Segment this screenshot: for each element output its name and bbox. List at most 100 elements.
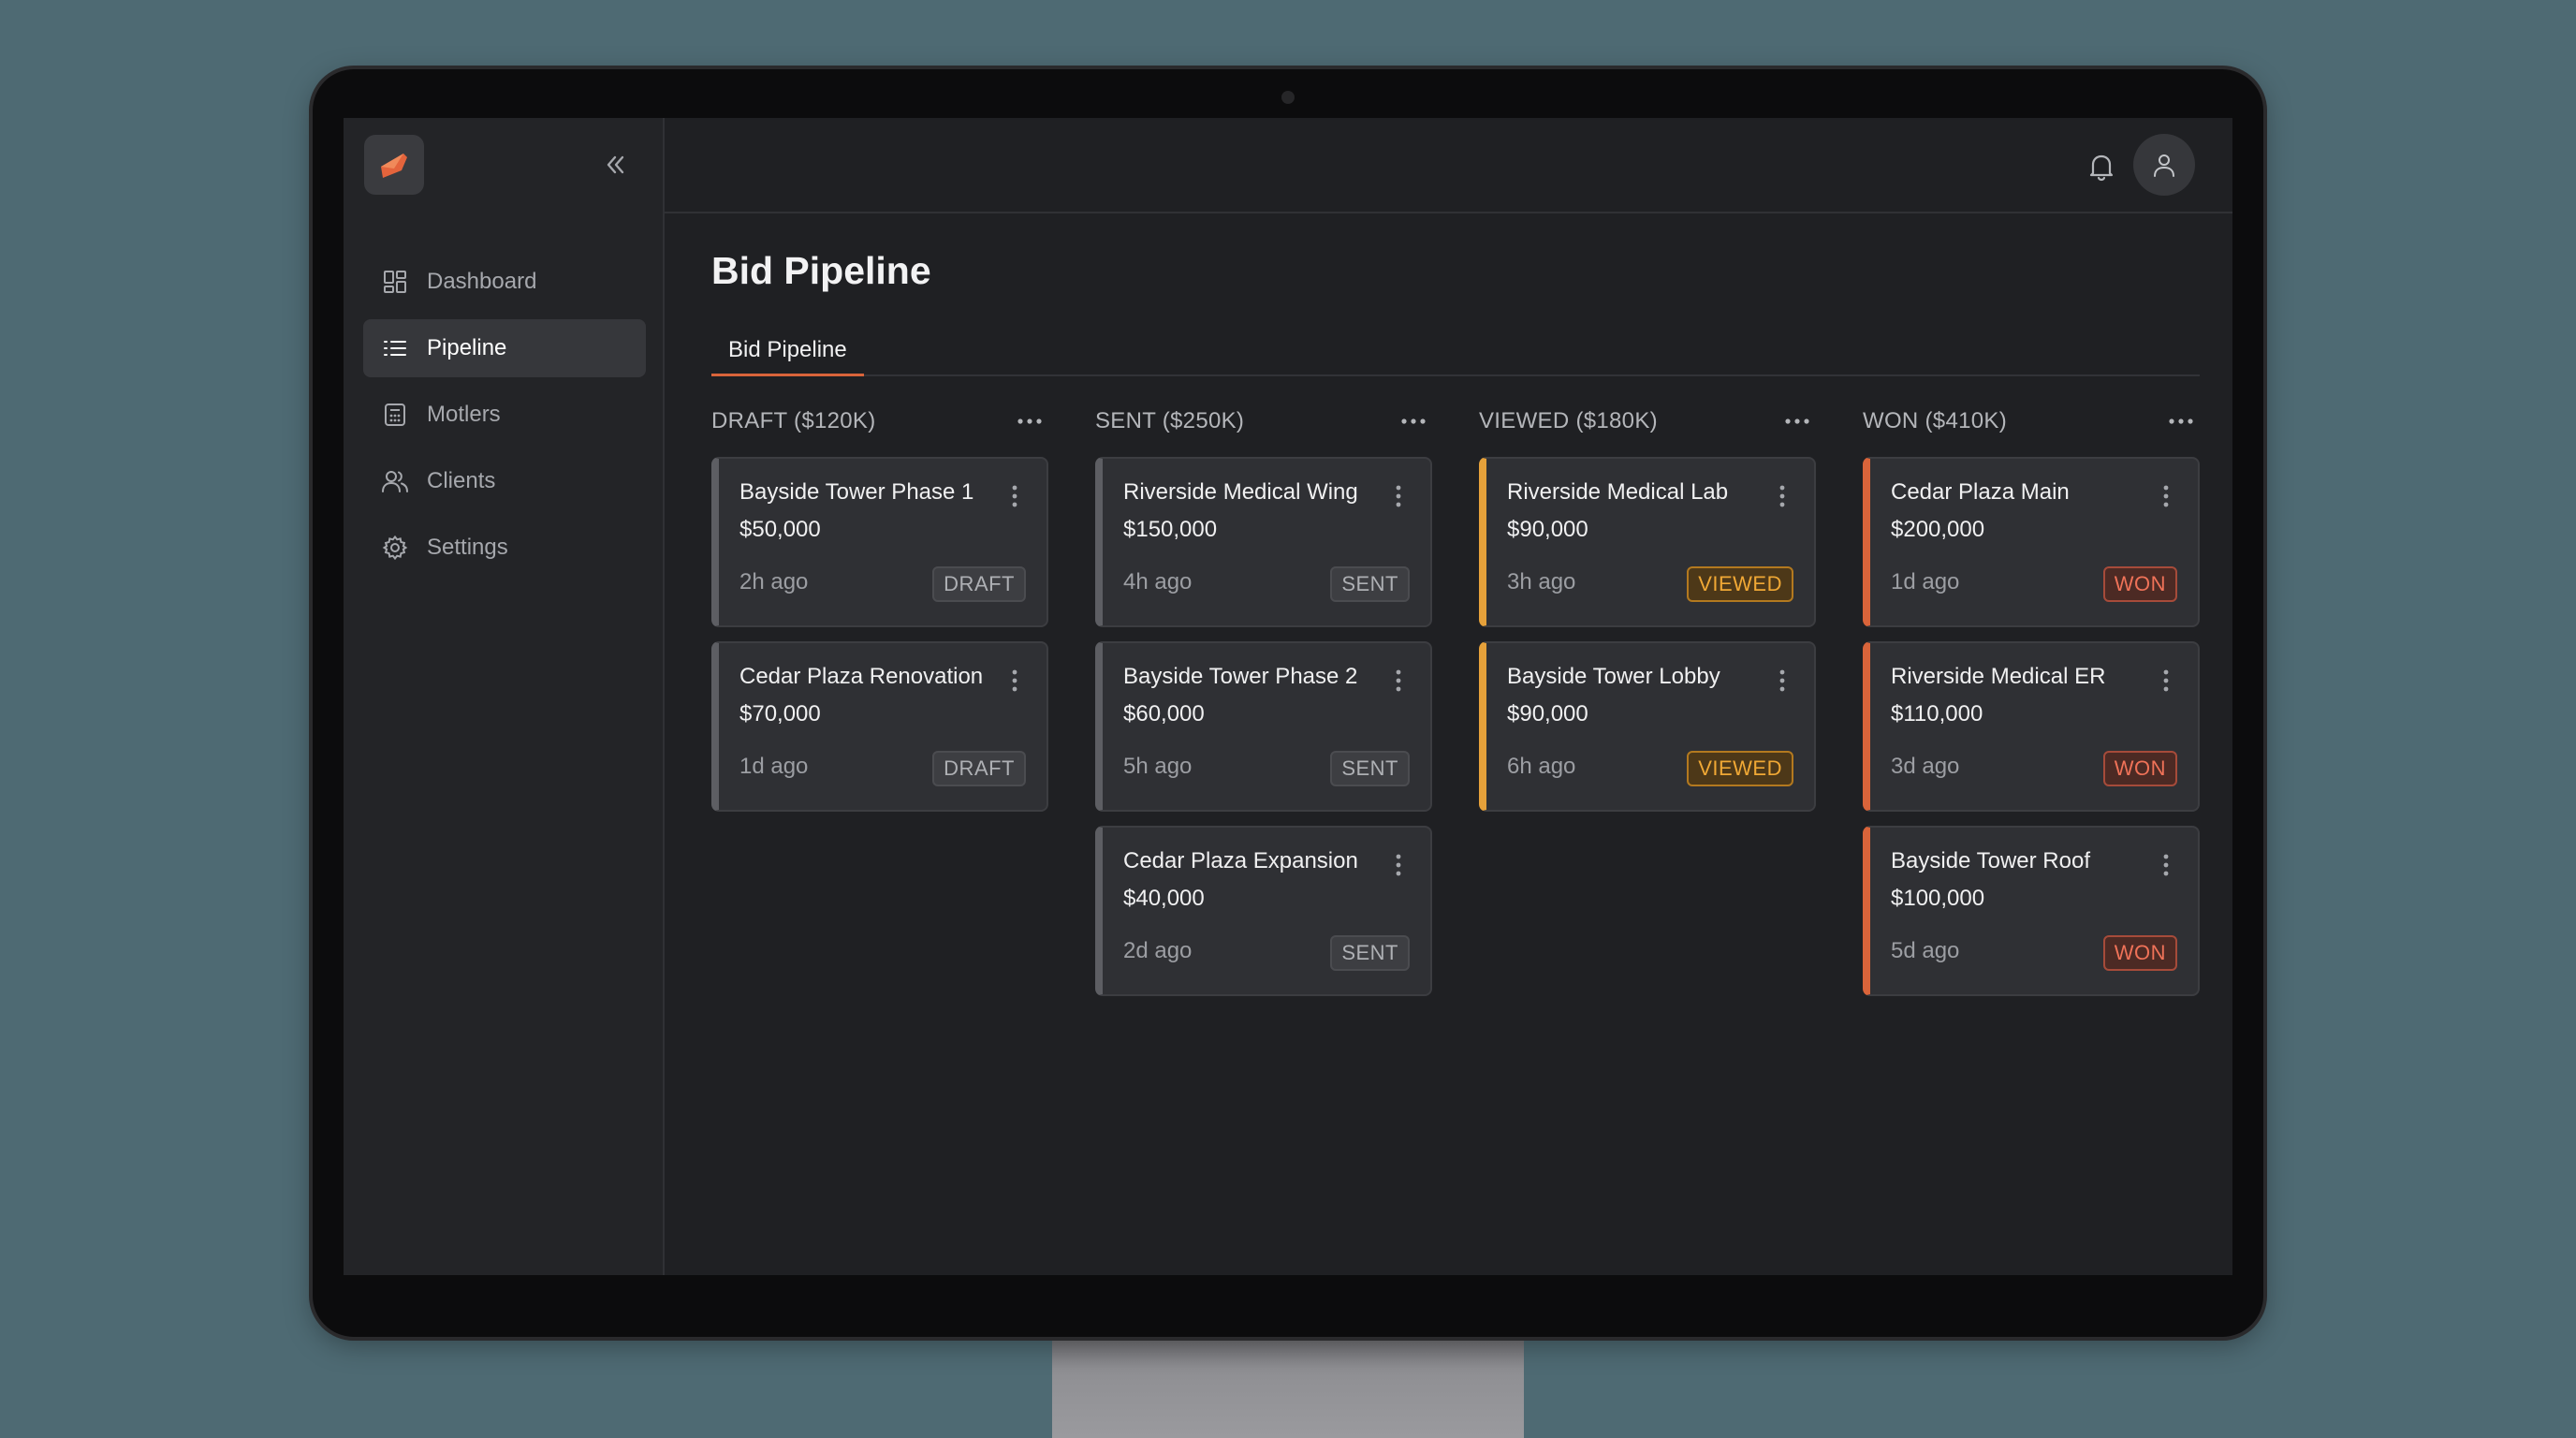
tab-bar: Bid Pipeline	[711, 328, 2200, 376]
bid-time: 1d ago	[739, 754, 809, 779]
sidebar-item-clients[interactable]: Clients	[363, 452, 646, 510]
sidebar-nav: Dashboard Pipeline Motlers Clients Setti…	[363, 253, 646, 585]
more-horizontal-icon	[1017, 418, 1042, 424]
card-menu-button[interactable]	[1003, 481, 1026, 511]
bid-card[interactable]: Cedar Plaza Main $200,000 1d ago WON	[1863, 457, 2200, 627]
column-more-button[interactable]	[2162, 407, 2200, 435]
card-menu-button[interactable]	[1387, 850, 1410, 880]
card-menu-button[interactable]	[2155, 666, 2177, 696]
more-vertical-icon	[2163, 854, 2169, 876]
card-menu-button[interactable]	[1387, 481, 1410, 511]
column-more-button[interactable]	[1778, 407, 1816, 435]
status-badge: SENT	[1330, 566, 1410, 602]
more-vertical-icon	[1012, 485, 1017, 507]
bid-amount: $90,000	[1507, 701, 1588, 726]
more-vertical-icon	[2163, 485, 2169, 507]
monitor-stand	[1052, 1333, 1524, 1438]
app-window: Dashboard Pipeline Motlers Clients Setti…	[344, 118, 2232, 1275]
tab-bid-pipeline[interactable]: Bid Pipeline	[711, 328, 864, 376]
card-menu-button[interactable]	[1771, 481, 1793, 511]
column-viewed: VIEWED ($180K) Riverside Medical Lab $90…	[1479, 403, 1816, 826]
status-badge: WON	[2102, 566, 2177, 602]
notifications-button[interactable]	[2083, 148, 2120, 185]
more-vertical-icon	[1779, 669, 1785, 692]
status-badge: DRAFT	[932, 751, 1026, 786]
column-draft: DRAFT ($120K) Bayside Tower Phase 1 $50,…	[711, 403, 1048, 826]
bid-name: Riverside Medical ER	[1891, 664, 2106, 689]
card-menu-button[interactable]	[1003, 666, 1026, 696]
bid-name: Bayside Tower Roof	[1891, 848, 2090, 873]
bid-name: Cedar Plaza Main	[1891, 479, 2070, 505]
chevrons-left-icon	[607, 155, 624, 174]
collapse-sidebar-button[interactable]	[598, 148, 632, 182]
bid-name: Bayside Tower Lobby	[1507, 664, 1720, 689]
bid-card[interactable]: Bayside Tower Roof $100,000 5d ago WON	[1863, 826, 2200, 996]
bid-amount: $50,000	[739, 517, 821, 542]
more-vertical-icon	[1779, 485, 1785, 507]
bid-card[interactable]: Riverside Medical Lab $90,000 3h ago VIE…	[1479, 457, 1816, 627]
logo-icon	[381, 154, 407, 178]
column-more-button[interactable]	[1395, 407, 1432, 435]
sidebar-item-dashboard[interactable]: Dashboard	[363, 253, 646, 311]
calculator-icon	[380, 400, 410, 430]
bid-card[interactable]: Cedar Plaza Renovation $70,000 1d ago DR…	[711, 641, 1048, 812]
card-menu-button[interactable]	[2155, 850, 2177, 880]
app-logo[interactable]	[364, 135, 424, 195]
column-more-button[interactable]	[1011, 407, 1048, 435]
bid-card[interactable]: Riverside Medical ER $110,000 3d ago WON	[1863, 641, 2200, 812]
more-vertical-icon	[1396, 854, 1401, 876]
main-content: Bid Pipeline Bid Pipeline DRAFT ($120K) …	[665, 118, 2232, 1275]
more-vertical-icon	[2163, 669, 2169, 692]
bid-name: Riverside Medical Wing	[1123, 479, 1358, 505]
sidebar-item-label: Dashboard	[427, 269, 537, 294]
column-sent: SENT ($250K) Riverside Medical Wing $150…	[1095, 403, 1432, 1010]
card-menu-button[interactable]	[1387, 666, 1410, 696]
sidebar-item-pipeline[interactable]: Pipeline	[363, 319, 646, 377]
users-icon	[380, 466, 410, 496]
more-vertical-icon	[1012, 669, 1017, 692]
monitor-frame: Dashboard Pipeline Motlers Clients Setti…	[313, 69, 2263, 1337]
list-icon	[380, 333, 410, 363]
page-title: Bid Pipeline	[711, 249, 931, 292]
bid-name: Cedar Plaza Expansion	[1123, 848, 1358, 873]
bid-amount: $70,000	[739, 701, 821, 726]
user-avatar-button[interactable]	[2133, 134, 2195, 196]
bid-card[interactable]: Cedar Plaza Expansion $40,000 2d ago SEN…	[1095, 826, 1432, 996]
column-title: DRAFT ($120K)	[711, 408, 876, 433]
column-header: SENT ($250K)	[1095, 403, 1432, 440]
bid-amount: $60,000	[1123, 701, 1205, 726]
sidebar-item-label: Settings	[427, 535, 508, 560]
more-vertical-icon	[1396, 669, 1401, 692]
bid-card[interactable]: Riverside Medical Wing $150,000 4h ago S…	[1095, 457, 1432, 627]
bid-name: Bayside Tower Phase 2	[1123, 664, 1358, 689]
sidebar-item-label: Pipeline	[427, 335, 507, 360]
sidebar-item-label: Motlers	[427, 402, 501, 427]
bid-name: Cedar Plaza Renovation	[739, 664, 984, 689]
gear-icon	[380, 533, 410, 563]
bid-time: 4h ago	[1123, 569, 1193, 594]
bid-amount: $100,000	[1891, 886, 1985, 911]
status-badge: DRAFT	[932, 566, 1026, 602]
bid-time: 5h ago	[1123, 754, 1193, 779]
grid-icon	[380, 267, 410, 297]
bid-card[interactable]: Bayside Tower Phase 1 $50,000 2h ago DRA…	[711, 457, 1048, 627]
column-header: DRAFT ($120K)	[711, 403, 1048, 440]
sidebar-item-settings[interactable]: Settings	[363, 519, 646, 577]
bid-card[interactable]: Bayside Tower Phase 2 $60,000 5h ago SEN…	[1095, 641, 1432, 812]
status-badge: VIEWED	[1687, 566, 1793, 602]
sidebar-item-motlers[interactable]: Motlers	[363, 386, 646, 444]
card-menu-button[interactable]	[2155, 481, 2177, 511]
bid-amount: $110,000	[1891, 701, 1983, 726]
status-badge: SENT	[1330, 935, 1410, 971]
sidebar: Dashboard Pipeline Motlers Clients Setti…	[344, 118, 665, 1275]
column-title: WON ($410K)	[1863, 408, 2008, 433]
card-menu-button[interactable]	[1771, 666, 1793, 696]
bid-time: 3d ago	[1891, 754, 1960, 779]
bid-amount: $150,000	[1123, 517, 1218, 542]
bid-card[interactable]: Bayside Tower Lobby $90,000 6h ago VIEWE…	[1479, 641, 1816, 812]
bid-time: 6h ago	[1507, 754, 1576, 779]
column-header: WON ($410K)	[1863, 403, 2200, 440]
more-horizontal-icon	[1401, 418, 1426, 424]
top-bar	[665, 118, 2232, 213]
bid-amount: $40,000	[1123, 886, 1205, 911]
